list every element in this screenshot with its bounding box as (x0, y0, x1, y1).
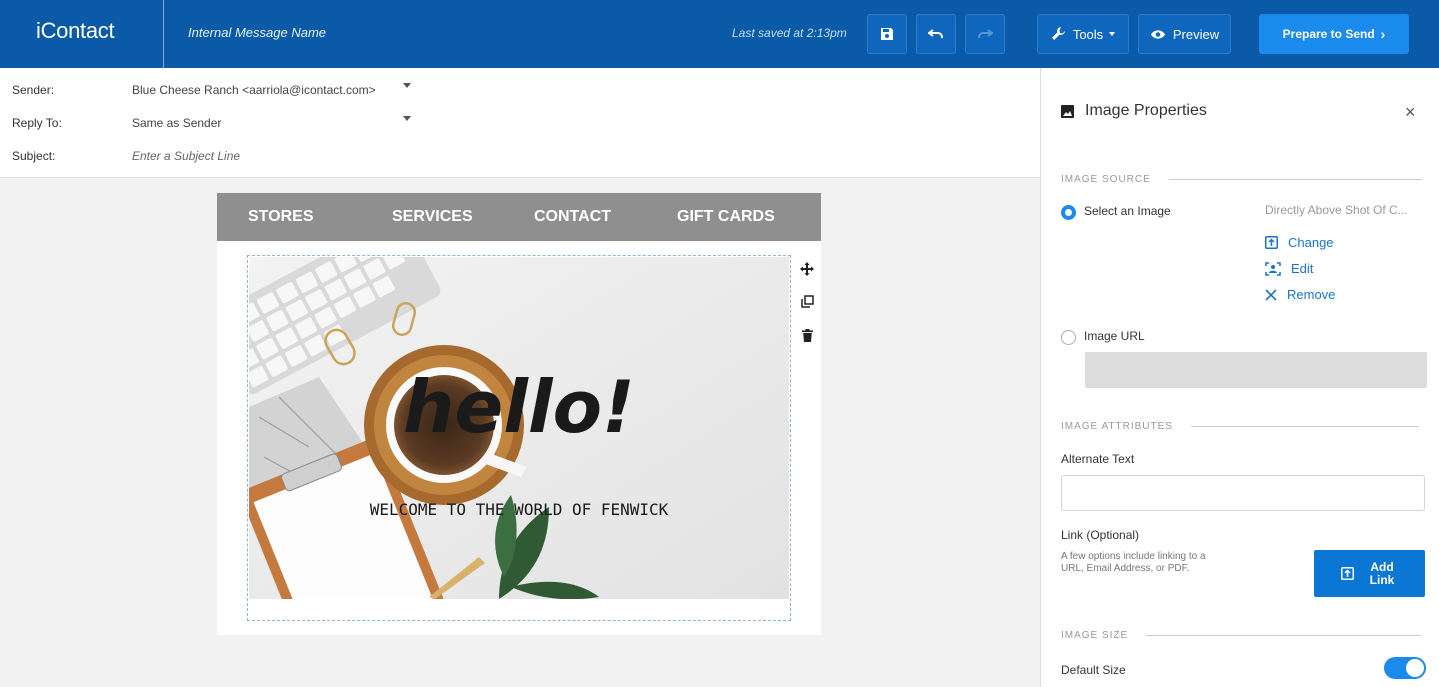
sender-select[interactable]: Blue Cheese Ranch <aarriola@icontact.com… (132, 83, 376, 97)
add-link-icon (1341, 567, 1354, 580)
chevron-right-icon: › (1380, 26, 1386, 42)
sender-row: Sender: Blue Cheese Ranch <aarriola@icon… (12, 80, 376, 100)
image-url-input[interactable] (1085, 352, 1427, 388)
remove-label: Remove (1287, 287, 1336, 302)
logo-divider (163, 0, 164, 68)
nav-item-gift-cards[interactable]: GIFT CARDS (677, 208, 775, 226)
eye-icon (1150, 29, 1165, 39)
undo-button[interactable] (916, 14, 956, 54)
top-bar: iContact Internal Message Name Last save… (0, 0, 1439, 68)
reply-to-label: Reply To: (12, 116, 62, 130)
nav-item-stores[interactable]: STORES (248, 208, 314, 226)
nav-item-contact[interactable]: CONTACT (534, 208, 611, 226)
sender-dropdown-icon[interactable] (403, 83, 411, 88)
hero-heading: hello! (403, 365, 635, 449)
selected-file-name: Directly Above Shot Of C... (1265, 203, 1408, 217)
subject-row: Subject: Enter a Subject Line (12, 146, 240, 166)
remove-image-link[interactable]: Remove (1265, 287, 1335, 302)
image-attributes-section: IMAGE ATTRIBUTES (1061, 421, 1419, 432)
save-icon (881, 28, 893, 40)
wrench-icon (1051, 27, 1065, 40)
last-saved-status: Last saved at 2:13pm (732, 26, 847, 40)
link-optional-label: Link (Optional) (1061, 528, 1140, 542)
panel-title: Image Properties (1085, 102, 1207, 119)
change-image-link[interactable]: Change (1265, 235, 1334, 250)
default-size-label: Default Size (1061, 663, 1126, 677)
subject-input[interactable]: Enter a Subject Line (132, 149, 240, 163)
message-header-form: Sender: Blue Cheese Ranch <aarriola@icon… (0, 68, 1040, 178)
preview-label: Preview (1172, 26, 1220, 42)
image-url-radio[interactable] (1061, 330, 1076, 345)
message-name-field[interactable]: Internal Message Name (188, 25, 326, 40)
close-icon[interactable]: × (1405, 102, 1416, 123)
email-canvas: STORES SERVICES CONTACT GIFT CARDS hello… (217, 193, 821, 635)
tools-label: Tools (1072, 26, 1104, 42)
save-button[interactable] (867, 14, 907, 54)
redo-icon (978, 29, 993, 38)
image-icon (1061, 105, 1074, 118)
link-helper-text: A few options include linking to a URL, … (1061, 551, 1206, 574)
default-size-toggle[interactable] (1384, 657, 1426, 679)
trash-icon (801, 328, 813, 342)
add-link-label: Add Link (1369, 559, 1395, 587)
reply-to-dropdown-icon[interactable] (403, 116, 411, 121)
prepare-to-send-button[interactable]: Prepare to Send › (1259, 14, 1409, 54)
edit-image-icon (1265, 261, 1281, 276)
alt-text-input[interactable] (1061, 475, 1425, 511)
edit-image-link[interactable]: Edit (1265, 261, 1313, 276)
tools-menu-button[interactable]: Tools (1037, 14, 1129, 54)
icontact-logo[interactable]: iContact (36, 18, 115, 44)
image-source-section: IMAGE SOURCE (1061, 174, 1422, 185)
hero-image[interactable]: hello! WELCOME TO THE WORLD OF FENWICK (249, 257, 789, 599)
hero-subheading: WELCOME TO THE WORLD OF FENWICK (370, 500, 669, 519)
alt-text-label: Alternate Text (1061, 452, 1135, 466)
select-image-label: Select an Image (1084, 204, 1171, 218)
undo-icon (928, 29, 943, 38)
subject-label: Subject: (12, 149, 56, 163)
change-label: Change (1288, 235, 1334, 250)
reply-to-select[interactable]: Same as Sender (132, 116, 221, 130)
duplicate-block-button[interactable] (796, 290, 818, 312)
chevron-down-icon (1109, 32, 1116, 36)
add-link-button[interactable]: Add Link (1314, 550, 1425, 597)
upload-icon (1265, 236, 1278, 249)
hero-photo-illustration: hello! WELCOME TO THE WORLD OF FENWICK (249, 257, 789, 599)
nav-item-services[interactable]: SERVICES (392, 208, 473, 226)
email-nav-bar[interactable]: STORES SERVICES CONTACT GIFT CARDS (217, 193, 821, 241)
reply-to-row: Reply To: Same as Sender (12, 113, 221, 133)
sender-label: Sender: (12, 83, 55, 97)
move-block-button[interactable] (796, 258, 818, 280)
delete-block-button[interactable] (796, 324, 818, 346)
close-x-icon (1265, 288, 1277, 301)
copy-icon (800, 294, 814, 308)
image-block-selected[interactable]: hello! WELCOME TO THE WORLD OF FENWICK (247, 255, 791, 621)
edit-label: Edit (1291, 261, 1314, 276)
select-image-radio[interactable] (1061, 205, 1076, 220)
move-icon (800, 262, 814, 276)
send-label: Prepare to Send (1282, 27, 1375, 41)
preview-button[interactable]: Preview (1138, 14, 1231, 54)
image-properties-panel: Image Properties × IMAGE SOURCE Select a… (1040, 68, 1439, 687)
image-size-section: IMAGE SIZE (1061, 630, 1421, 641)
redo-button[interactable] (965, 14, 1005, 54)
image-url-label: Image URL (1084, 329, 1145, 343)
